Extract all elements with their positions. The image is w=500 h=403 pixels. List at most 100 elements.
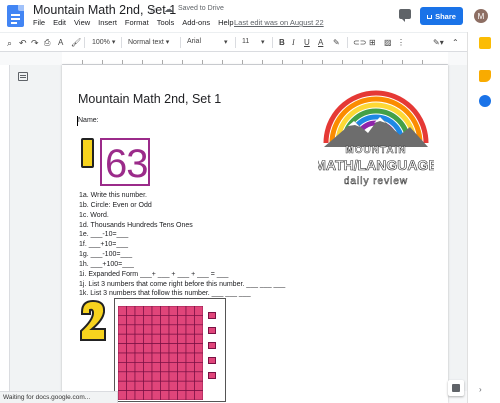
page-title: Mountain Math 2nd, Set 1 <box>78 92 222 106</box>
block-cell <box>194 352 203 363</box>
block-cell <box>185 343 195 354</box>
font-chevron-down-icon[interactable]: ▾ <box>224 38 228 46</box>
last-edit-link[interactable]: Last edit was on August 22 <box>234 18 324 27</box>
mountain-math-logo: MOUNTAIN MATH/LANGUAGE daily review <box>318 90 434 187</box>
logo-line3: daily review <box>344 176 408 187</box>
block-cell <box>126 380 136 391</box>
comments-icon[interactable] <box>399 9 411 22</box>
list-item: 1c. Word. <box>79 211 109 219</box>
underline-icon[interactable]: U <box>304 38 310 47</box>
star-icon[interactable]: ☆ <box>148 3 158 16</box>
ones-cubes-image <box>208 312 217 387</box>
block-cell <box>143 343 153 354</box>
block-cell <box>134 324 144 335</box>
list-item: 1e. ___-10=___ <box>79 231 129 239</box>
list-item: 1i. Expanded Form ___+ ___ + ___ + ___ =… <box>79 270 229 278</box>
insert-image-icon[interactable]: ▨ <box>384 38 392 47</box>
zoom-value: 100% <box>92 39 110 46</box>
block-cell <box>194 333 203 344</box>
block-cell <box>143 306 153 316</box>
number-one-badge <box>81 138 94 168</box>
undo-icon[interactable]: ↶ <box>19 38 27 49</box>
keep-icon[interactable] <box>479 70 491 82</box>
font-size-chevron-icon[interactable]: ▾ <box>261 38 265 46</box>
block-cell <box>143 362 153 373</box>
search-menus-icon[interactable]: ⌕ <box>7 38 12 49</box>
block-cell <box>177 343 187 354</box>
docs-logo-icon[interactable] <box>7 5 24 27</box>
menu-insert[interactable]: Insert <box>98 18 117 27</box>
menu-format[interactable]: Format <box>125 18 149 27</box>
block-cell <box>160 324 170 335</box>
menu-view[interactable]: View <box>74 18 90 27</box>
logo-line2: MATH/LANGUAGE <box>318 157 434 173</box>
block-cell <box>185 333 195 344</box>
highlight-icon[interactable]: ✎ <box>333 38 340 47</box>
block-cell <box>143 315 153 326</box>
bold-icon[interactable]: B <box>279 38 285 47</box>
redo-icon[interactable]: ↷ <box>31 38 39 49</box>
font-size-select[interactable]: 11 <box>242 38 249 45</box>
block-cell <box>134 343 144 354</box>
italic-icon[interactable]: I <box>292 38 295 47</box>
block-cell <box>126 352 136 363</box>
menu-tools[interactable]: Tools <box>157 18 175 27</box>
list-item: 1f. ___+10=___ <box>79 241 129 249</box>
explore-icon <box>452 384 460 392</box>
avatar[interactable]: M <box>474 9 488 23</box>
title-bar: Mountain Math 2nd, Set 1 ☆ ☁ Saved to Dr… <box>0 0 500 32</box>
block-cell <box>134 371 144 382</box>
block-cell <box>151 315 161 326</box>
explore-button[interactable] <box>448 380 464 396</box>
vertical-ruler[interactable] <box>0 65 10 391</box>
block-cell <box>194 324 203 335</box>
add-comment-icon[interactable]: ⊞ <box>369 38 376 47</box>
font-select[interactable]: Arial <box>187 38 201 45</box>
block-cell <box>118 315 127 326</box>
block-cell <box>118 306 127 316</box>
cloud-saved-icon[interactable]: ☁ <box>164 4 173 15</box>
style-select[interactable]: Normal text ▾ <box>128 38 169 46</box>
logo-line1: MOUNTAIN <box>345 145 406 156</box>
document-page[interactable]: Mountain Math 2nd, Set 1 Name: MOUNTAIN … <box>62 65 448 403</box>
editing-mode-icon[interactable]: ✎▾ <box>433 38 444 47</box>
more-options-icon[interactable]: ⋮ <box>397 38 405 47</box>
block-cell <box>151 343 161 354</box>
chevron-right-icon[interactable]: › <box>479 385 482 394</box>
block-cell <box>177 306 187 316</box>
block-cell <box>177 390 187 400</box>
share-button[interactable]: Share <box>420 7 463 25</box>
block-cell <box>168 390 178 400</box>
paint-format-icon[interactable]: 🖌 <box>71 38 81 47</box>
spellcheck-icon[interactable]: A <box>58 38 63 47</box>
hundred-block-image <box>118 306 203 400</box>
block-cell <box>151 362 161 373</box>
menu-help[interactable]: Help <box>218 18 233 27</box>
block-cell <box>134 333 144 344</box>
document-outline-icon[interactable] <box>18 72 28 81</box>
zoom-select[interactable]: 100% ▾ <box>92 38 115 46</box>
block-cell <box>126 315 136 326</box>
calendar-icon[interactable] <box>479 37 491 49</box>
menu-edit[interactable]: Edit <box>53 18 66 27</box>
print-icon[interactable]: ⎙ <box>44 38 50 48</box>
block-cell <box>160 333 170 344</box>
block-cell <box>143 333 153 344</box>
link-icon[interactable]: ⊂⊃ <box>353 38 366 47</box>
collapse-chevron-icon[interactable]: ⌃ <box>452 38 459 47</box>
block-cell <box>118 380 127 391</box>
number-two-badge <box>80 299 106 341</box>
tasks-icon[interactable] <box>479 95 491 107</box>
block-cell <box>151 390 161 400</box>
text-color-icon[interactable]: A <box>318 38 323 47</box>
block-cell <box>177 315 187 326</box>
block-cell <box>194 306 203 316</box>
block-cell <box>168 315 178 326</box>
block-cell <box>126 324 136 335</box>
horizontal-ruler[interactable] <box>62 52 448 65</box>
menu-file[interactable]: File <box>33 18 45 27</box>
number-value: 63 <box>105 142 148 186</box>
block-cell <box>151 352 161 363</box>
menu-add-ons[interactable]: Add-ons <box>182 18 210 27</box>
block-cell <box>177 352 187 363</box>
